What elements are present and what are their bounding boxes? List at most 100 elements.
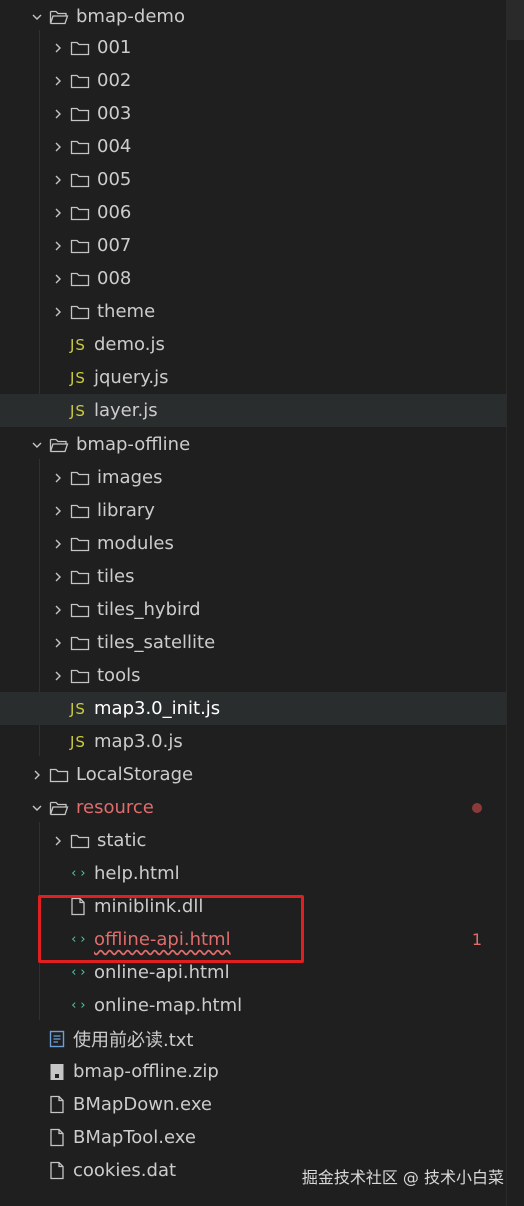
tree-item-label: bmap-demo [76,6,185,27]
folder-images[interactable]: images [0,461,506,494]
tree-item-label: images [97,467,163,488]
file-online-map-html[interactable]: ‹› online-map.html [0,989,506,1022]
tree-item-label: 001 [97,37,132,58]
tree-item-label: BMapDown.exe [73,1094,212,1115]
tree-item-label: tiles_hybird [97,599,201,620]
tree-item-label: 003 [97,103,132,124]
folder-bmap-offline[interactable]: bmap-offline [0,428,506,461]
chevron-down-icon [30,7,44,27]
folder-icon [70,236,90,256]
file-help-html[interactable]: ‹› help.html [0,857,506,890]
tree-item-label: 007 [97,235,132,256]
tree-item-label: tools [97,665,141,686]
folder-icon [70,137,90,157]
file-map3-init-js[interactable]: JS map3.0_init.js [0,692,506,725]
folder-static[interactable]: static [0,824,506,857]
folder-tiles-hybird[interactable]: tiles_hybird [0,593,506,626]
tree-item-label: LocalStorage [76,764,194,785]
folder-icon [70,468,90,488]
scrollbar-thumb[interactable] [506,0,524,40]
js-file-icon: JS [70,335,86,354]
folder-tools[interactable]: tools [0,659,506,692]
chevron-right-icon [30,765,44,785]
folder-icon [70,104,90,124]
tree-item-label: layer.js [94,400,158,421]
watermark-text: 掘金技术社区 @ 技术小白菜 [301,1168,504,1187]
folder-icon [70,71,90,91]
chevron-right-icon [51,71,65,91]
folder-007[interactable]: 007 [0,229,506,262]
file-icon [47,1161,67,1181]
folder-resource[interactable]: resource [0,791,506,824]
chevron-right-icon [51,137,65,157]
folder-icon [70,302,90,322]
js-file-icon: JS [70,368,86,387]
tree-item-label: BMapTool.exe [73,1127,196,1148]
tree-item-label: resource [76,797,154,818]
chevron-right-icon [51,203,65,223]
tree-item-label: static [97,830,147,851]
file-map3-js[interactable]: JS map3.0.js [0,725,506,758]
file-bmaptool-exe[interactable]: BMapTool.exe [0,1121,506,1154]
chevron-right-icon [51,600,65,620]
folder-icon [70,666,90,686]
folder-icon [49,765,69,785]
vertical-scrollbar[interactable] [506,0,524,1206]
folder-002[interactable]: 002 [0,64,506,97]
chevron-right-icon [51,633,65,653]
tree-item-label: bmap-offline.zip [73,1061,219,1082]
folder-theme[interactable]: theme [0,295,506,328]
tree-item-label: jquery.js [94,367,169,388]
error-count-badge: 1 [471,930,482,949]
chevron-right-icon [51,236,65,256]
chevron-right-icon [51,567,65,587]
folder-open-icon [49,7,69,27]
folder-library[interactable]: library [0,494,506,527]
file-icon [47,1128,67,1148]
tree-item-label: tiles [97,566,135,587]
folder-localstorage[interactable]: LocalStorage [0,758,506,791]
folder-006[interactable]: 006 [0,196,506,229]
folder-004[interactable]: 004 [0,130,506,163]
file-layer-js[interactable]: JS layer.js [0,394,506,427]
tree-item-label: online-api.html [94,962,230,983]
folder-tiles-satellite[interactable]: tiles_satellite [0,626,506,659]
chevron-right-icon [51,501,65,521]
file-explorer-tree: bmap-demo 001 002 003 004 005 006 007 00 [0,0,506,1206]
chevron-right-icon [51,38,65,58]
folder-icon [70,38,90,58]
tree-item-label: tiles_satellite [97,632,216,653]
file-bmap-offline-zip[interactable]: bmap-offline.zip [0,1055,506,1088]
folder-003[interactable]: 003 [0,97,506,130]
zip-file-icon [47,1062,67,1082]
folder-bmap-demo[interactable]: bmap-demo [0,0,506,33]
chevron-right-icon [51,666,65,686]
folder-modules[interactable]: modules [0,527,506,560]
folder-008[interactable]: 008 [0,262,506,295]
chevron-right-icon [51,831,65,851]
tree-item-label: theme [97,301,156,322]
file-demo-js[interactable]: JS demo.js [0,328,506,361]
folder-icon [70,831,90,851]
js-file-icon: JS [70,699,86,718]
folder-005[interactable]: 005 [0,163,506,196]
chevron-right-icon [51,534,65,554]
html-file-icon: ‹› [70,965,88,980]
file-jquery-js[interactable]: JS jquery.js [0,361,506,394]
file-readme-txt[interactable]: 使用前必读.txt [0,1022,506,1055]
folder-icon [70,567,90,587]
annotation-highlight-box [38,895,304,963]
chevron-down-icon [30,798,44,818]
html-file-icon: ‹› [70,998,88,1013]
chevron-right-icon [51,468,65,488]
js-file-icon: JS [70,401,86,420]
tree-item-label: 006 [97,202,132,223]
file-bmapdown-exe[interactable]: BMapDown.exe [0,1088,506,1121]
folder-001[interactable]: 001 [0,31,506,64]
folder-tiles[interactable]: tiles [0,560,506,593]
folder-icon [70,600,90,620]
tree-item-label: library [97,500,155,521]
html-file-icon: ‹› [70,866,88,881]
tree-item-label: map3.0.js [94,731,183,752]
folder-icon [70,534,90,554]
